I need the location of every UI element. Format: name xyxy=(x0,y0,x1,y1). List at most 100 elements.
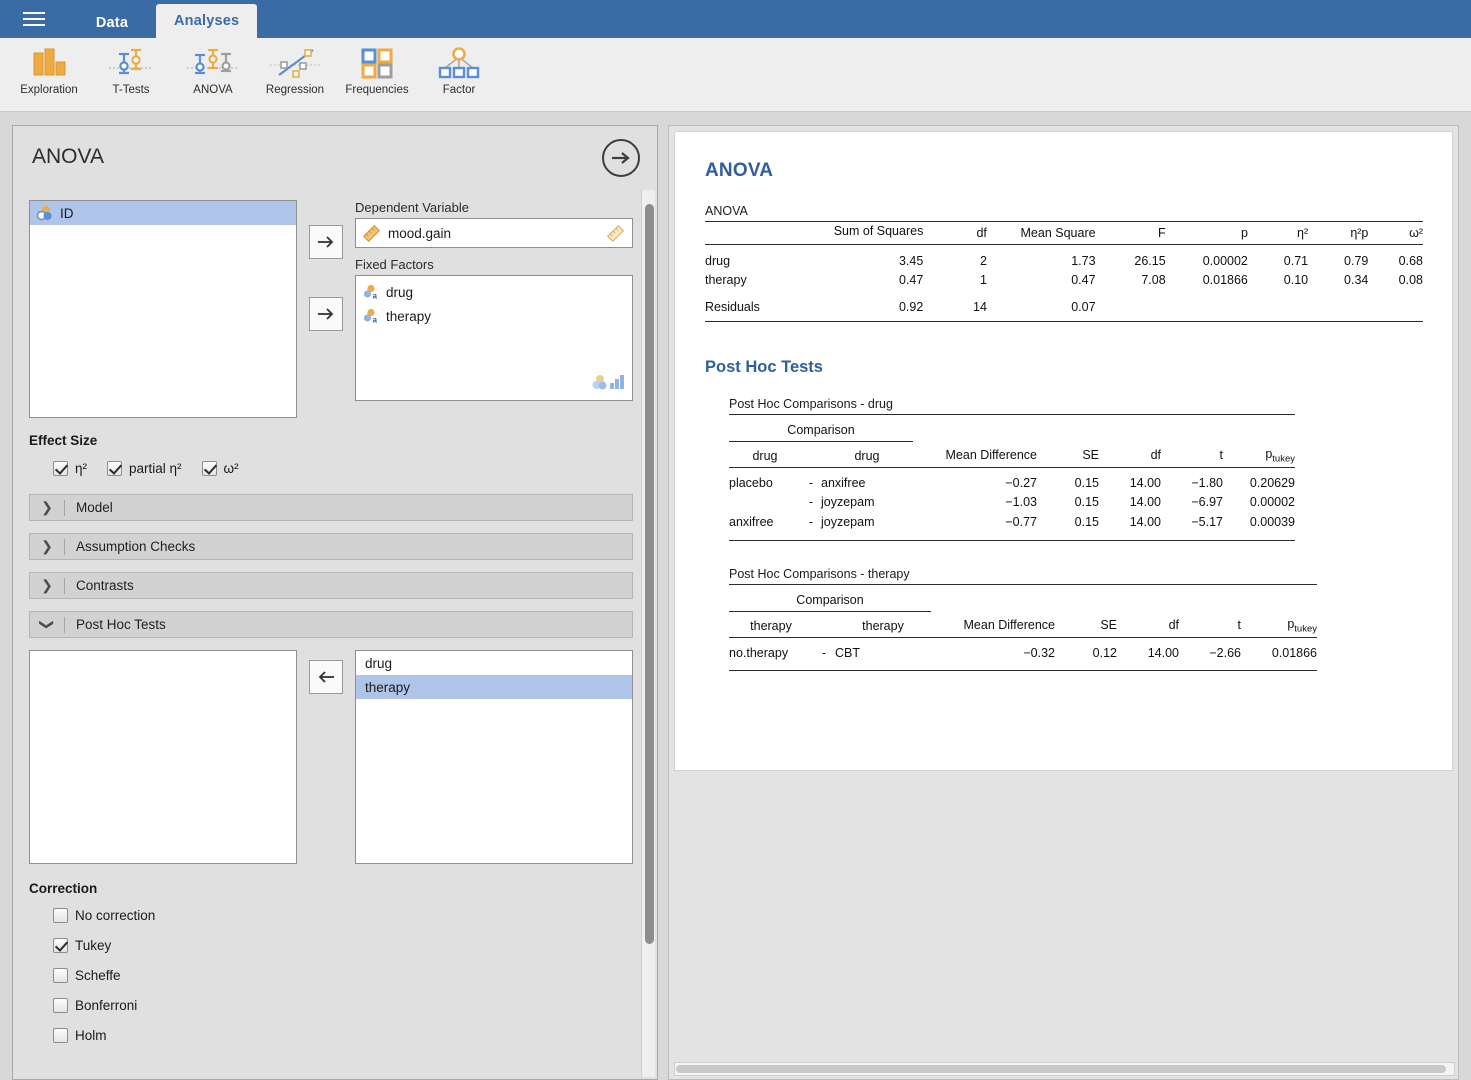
post-hoc-available-list[interactable] xyxy=(29,650,297,864)
assign-fixed-factors-button[interactable] xyxy=(309,297,343,331)
section-model[interactable]: ❯ Model xyxy=(29,494,633,521)
ribbon-item-regression[interactable]: Regression xyxy=(254,38,336,108)
column-header: df xyxy=(1150,448,1161,463)
continuous-permitted-icon xyxy=(606,224,625,247)
cell-group-b: anxifree xyxy=(821,475,866,490)
ribbon-item-exploration[interactable]: Exploration xyxy=(8,38,90,108)
cell-group-a: anxifree xyxy=(729,514,774,529)
checkbox-box[interactable] xyxy=(53,998,68,1013)
results-document[interactable]: ANOVA ANOVA Sum of Squares df Mean Squar… xyxy=(674,131,1453,771)
cell-df: 14.00 xyxy=(1129,494,1161,509)
post-hoc-remove-button[interactable] xyxy=(309,660,343,694)
dependent-variable-label: Dependent Variable xyxy=(355,200,469,215)
post-hoc-therapy-table: Comparison therapy therapy Mean Differen… xyxy=(729,584,1317,671)
checkbox-holm[interactable]: Holm xyxy=(53,1028,633,1043)
column-header: SE xyxy=(1100,618,1117,633)
ribbon-label-frequencies: Frequencies xyxy=(345,84,409,96)
variable-item-id[interactable]: ID xyxy=(30,201,296,225)
chevron-down-icon: ❯ xyxy=(39,618,56,631)
options-header: ANOVA xyxy=(13,126,657,188)
ribbon-item-ttests[interactable]: T-Tests xyxy=(90,38,172,108)
checkbox-box[interactable] xyxy=(53,1028,68,1043)
table-row: no.therapy - CBT −0.32 0.12 14.00 −2.66 … xyxy=(729,637,1317,662)
section-label: Post Hoc Tests xyxy=(76,617,166,632)
fixed-factor-item-therapy[interactable]: a therapy xyxy=(356,304,632,328)
checkbox-box[interactable] xyxy=(107,461,123,476)
column-header-p: ptukey xyxy=(1223,442,1295,467)
correction-checkbox-group: No correction Tukey Scheffe Bonferroni H… xyxy=(29,908,633,1043)
ribbon-item-anova[interactable]: ANOVA xyxy=(172,38,254,108)
results-heading-anova: ANOVA xyxy=(705,160,774,181)
cell-t: −5.17 xyxy=(1191,514,1223,529)
cell-f xyxy=(1096,291,1166,316)
dependent-variable-box[interactable]: mood.gain xyxy=(355,218,633,248)
tab-data[interactable]: Data xyxy=(68,8,156,38)
variable-supplier-list[interactable]: ID xyxy=(29,200,297,418)
post-hoc-item-therapy[interactable]: therapy xyxy=(356,675,632,699)
table-row: anxifree - joyzepam −0.77 0.15 14.00 −5.… xyxy=(729,512,1295,532)
analyses-ribbon: Exploration T-Tests ANOVA Regression Fre… xyxy=(0,38,1471,112)
fixed-factors-box[interactable]: a drug a therapy xyxy=(355,275,633,401)
cell-eta-p: 0.79 xyxy=(1344,253,1369,268)
title-bar: Data Analyses xyxy=(0,0,1471,38)
post-hoc-item-drug[interactable]: drug xyxy=(356,651,632,675)
column-header: Mean Square xyxy=(1020,225,1096,240)
cell-df: 14 xyxy=(973,299,987,314)
post-hoc-selected-list[interactable]: drug therapy xyxy=(355,650,633,864)
tab-analyses[interactable]: Analyses xyxy=(156,4,258,38)
checkbox-box[interactable] xyxy=(53,938,68,953)
post-hoc-item-label: drug xyxy=(365,655,393,671)
post-hoc-drug-block: Post Hoc Comparisons - drug Comparison d… xyxy=(729,397,1420,541)
cell-eta: 0.10 xyxy=(1283,273,1309,287)
results-horizontal-scrollbar-thumb[interactable] xyxy=(676,1065,1446,1073)
column-header-p: ptukey xyxy=(1241,612,1317,637)
checkbox-bonferroni[interactable]: Bonferroni xyxy=(53,998,633,1013)
cell-mean-difference: −1.03 xyxy=(1005,494,1037,509)
hide-options-button[interactable] xyxy=(602,139,640,177)
section-label: Contrasts xyxy=(76,578,134,593)
checkbox-box[interactable] xyxy=(53,461,68,476)
cell-t: −2.66 xyxy=(1209,645,1241,660)
checkbox-tukey[interactable]: Tukey xyxy=(53,938,633,953)
section-post-hoc-tests[interactable]: ❯ Post Hoc Tests xyxy=(29,611,633,638)
cell-mean-difference: −0.77 xyxy=(1005,514,1037,529)
column-header: df xyxy=(976,225,987,240)
cell-t: −6.97 xyxy=(1191,494,1223,509)
cell-ms: 1.73 xyxy=(1071,253,1096,268)
row-label: Residuals xyxy=(705,299,760,314)
ribbon-item-frequencies[interactable]: Frequencies xyxy=(336,38,418,108)
checkbox-label: Holm xyxy=(75,1028,107,1043)
column-header: therapy xyxy=(862,618,904,633)
checkbox-box[interactable] xyxy=(53,908,68,923)
checkbox-box[interactable] xyxy=(201,461,217,476)
column-header: t xyxy=(1237,618,1241,633)
checkbox-scheffe[interactable]: Scheffe xyxy=(53,968,633,983)
section-contrasts[interactable]: ❯ Contrasts xyxy=(29,572,633,599)
workspace: ANOVA ID Dependent Variable mood.gain Fi… xyxy=(0,112,1471,1080)
row-label: therapy xyxy=(705,273,747,287)
checkbox-omega-squared[interactable]: ω² xyxy=(201,461,239,476)
cell-ss: 0.47 xyxy=(898,273,924,287)
cell-separator: - xyxy=(808,494,814,509)
cell-mean-difference: −0.32 xyxy=(1023,645,1055,660)
checkbox-eta-squared[interactable]: η² xyxy=(53,461,87,476)
nominal-ordinal-permitted-icon xyxy=(592,374,626,395)
assign-dependent-variable-button[interactable] xyxy=(309,225,343,259)
arrow-right-icon xyxy=(318,308,334,320)
column-header: Mean Difference xyxy=(945,448,1038,463)
checkbox-partial-eta-squared[interactable]: partial η² xyxy=(107,461,182,476)
checkbox-box[interactable] xyxy=(53,968,68,983)
column-header: F xyxy=(1158,225,1166,240)
ribbon-item-factor[interactable]: Factor xyxy=(418,38,500,108)
p-subscript: tukey xyxy=(1294,623,1317,634)
post-hoc-drug-table: Comparison drug drug Mean Difference SE … xyxy=(729,414,1295,541)
checkbox-no-correction[interactable]: No correction xyxy=(53,908,633,923)
cell-p: 0.01866 xyxy=(1202,273,1248,287)
fixed-factor-item-drug[interactable]: a drug xyxy=(356,280,632,304)
cell-group-b: joyzepam xyxy=(821,494,875,509)
section-assumption-checks[interactable]: ❯ Assumption Checks xyxy=(29,533,633,560)
analysis-options-panel: ANOVA ID Dependent Variable mood.gain Fi… xyxy=(12,125,658,1080)
error-bars-icon xyxy=(105,44,157,82)
hamburger-icon[interactable] xyxy=(0,0,68,38)
results-horizontal-scrollbar[interactable] xyxy=(674,1062,1455,1076)
